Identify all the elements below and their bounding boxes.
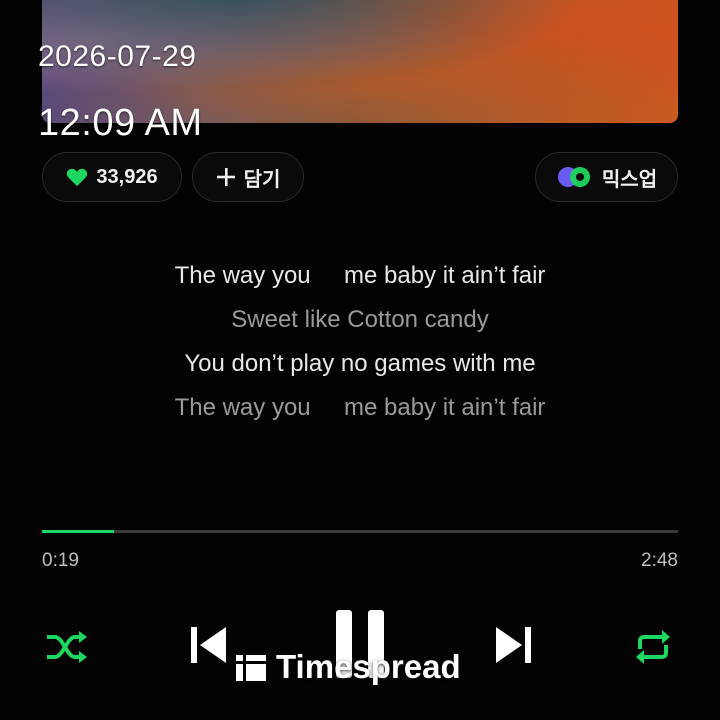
music-player-screen: 2026-07-29 12:09 AM 33,926 담기 믹스업 The wa… (0, 0, 720, 720)
like-count: 33,926 (96, 165, 158, 188)
lyrics-panel[interactable]: The way you me baby it ain’t fair Sweet … (0, 254, 720, 430)
progress-bar[interactable] (42, 530, 678, 533)
previous-button[interactable] (186, 620, 230, 670)
add-label: 담기 (243, 168, 281, 191)
watermark-logo-icon (236, 653, 266, 681)
repeat-button[interactable] (630, 625, 676, 669)
lyric-line: The way you me baby it ain’t fair (174, 262, 546, 289)
next-button[interactable] (492, 620, 536, 670)
shuffle-button[interactable] (44, 625, 90, 669)
elapsed-time: 0:19 (42, 550, 79, 571)
lyric-line: You don’t play no games with me (184, 350, 536, 377)
mixup-icon (556, 165, 594, 189)
skip-next-icon (496, 627, 531, 663)
plus-icon (216, 167, 236, 187)
shuffle-icon (47, 631, 87, 663)
add-to-playlist-button[interactable]: 담기 (192, 152, 304, 202)
lyric-line: Sweet like Cotton candy (231, 306, 489, 333)
time-overlay: 12:09 AM (38, 102, 203, 144)
mixup-button[interactable]: 믹스업 (535, 152, 678, 202)
total-time: 2:48 (641, 550, 678, 571)
watermark: Timespread (236, 648, 461, 686)
heart-icon (66, 167, 88, 187)
progress-fill (42, 530, 114, 533)
mixup-label: 믹스업 (601, 168, 658, 191)
date-overlay: 2026-07-29 (38, 40, 197, 73)
watermark-text: Timespread (276, 648, 461, 685)
repeat-icon (636, 630, 670, 664)
skip-previous-icon (191, 627, 226, 663)
lyric-line: The way you me baby it ain’t fair (174, 394, 546, 421)
like-button[interactable]: 33,926 (42, 152, 182, 202)
